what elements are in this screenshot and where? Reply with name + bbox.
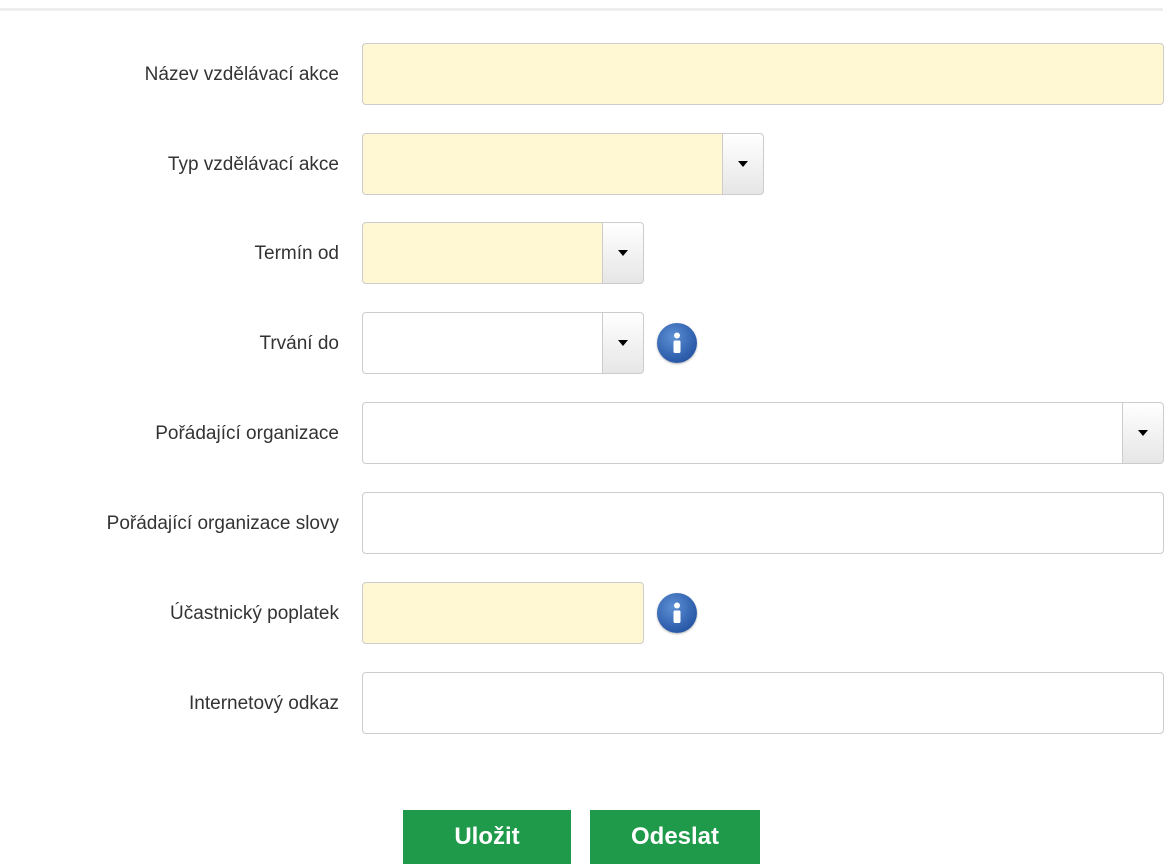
caret-down-icon [618, 340, 628, 346]
info-icon[interactable] [657, 593, 697, 633]
row-event-name: Název vzdělávací akce [0, 43, 1171, 107]
row-event-type: Typ vzdělávací akce [0, 133, 1171, 197]
web-link-label: Internetový odkaz [189, 693, 339, 714]
organizer-text-field[interactable] [362, 492, 1164, 554]
row-date-from: Termín od [0, 222, 1171, 286]
web-link-input[interactable] [363, 673, 1163, 733]
date-from-input[interactable] [363, 223, 602, 283]
event-type-dropdown-button[interactable] [722, 133, 764, 195]
duration-to-input[interactable] [363, 313, 602, 373]
date-from-picker[interactable] [362, 222, 644, 284]
event-type-input[interactable] [363, 134, 722, 194]
organizer-text-label: Pořádající organizace slovy [106, 513, 339, 534]
fee-field[interactable] [362, 582, 644, 644]
row-organizer: Pořádající organizace [0, 402, 1171, 466]
duration-to-dropdown-button[interactable] [602, 312, 644, 374]
event-type-label: Typ vzdělávací akce [167, 154, 339, 175]
event-type-select[interactable] [362, 133, 764, 195]
row-fee: Účastnický poplatek [0, 582, 1171, 646]
education-event-form: Název vzdělávací akce Typ vzdělávací akc… [0, 0, 1171, 864]
event-name-label: Název vzdělávací akce [144, 64, 339, 85]
duration-to-picker[interactable] [362, 312, 644, 374]
date-from-label: Termín od [254, 243, 339, 264]
caret-down-icon [738, 161, 748, 167]
organizer-input[interactable] [363, 403, 1122, 463]
info-icon[interactable] [657, 323, 697, 363]
event-name-field[interactable] [362, 43, 1164, 105]
caret-down-icon [1138, 430, 1148, 436]
organizer-text-input[interactable] [363, 493, 1163, 553]
send-button[interactable]: Odeslat [590, 810, 760, 864]
row-web-link: Internetový odkaz [0, 672, 1171, 736]
web-link-field[interactable] [362, 672, 1164, 734]
date-from-field[interactable] [362, 222, 603, 284]
date-from-dropdown-button[interactable] [602, 222, 644, 284]
caret-down-icon [618, 250, 628, 256]
organizer-field[interactable] [362, 402, 1123, 464]
top-divider [0, 8, 1163, 11]
event-name-input[interactable] [363, 44, 1163, 104]
fee-input[interactable] [363, 583, 643, 643]
row-duration-to: Trvání do [0, 312, 1171, 376]
duration-to-label: Trvání do [259, 333, 339, 354]
event-type-field[interactable] [362, 133, 723, 195]
fee-label: Účastnický poplatek [170, 603, 339, 624]
organizer-select[interactable] [362, 402, 1164, 464]
duration-to-field[interactable] [362, 312, 603, 374]
organizer-label: Pořádající organizace [155, 423, 339, 444]
row-organizer-text: Pořádající organizace slovy [0, 492, 1171, 556]
save-button[interactable]: Uložit [403, 810, 571, 864]
organizer-dropdown-button[interactable] [1122, 402, 1164, 464]
